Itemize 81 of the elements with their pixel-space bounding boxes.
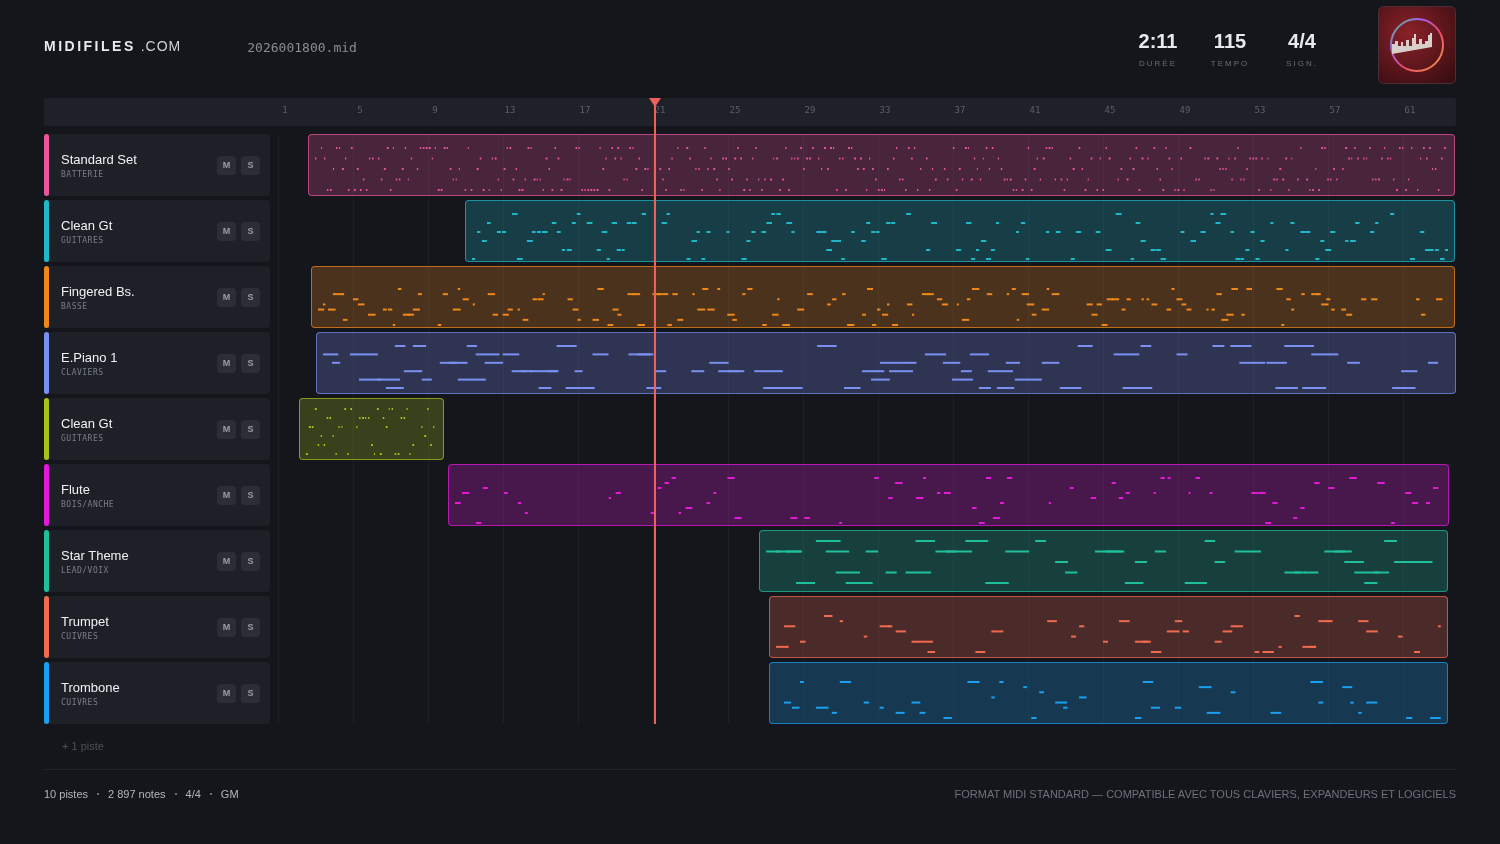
midi-clip[interactable] — [448, 464, 1450, 526]
track-header[interactable]: E.Piano 1 CLAVIERS M S — [44, 332, 270, 394]
stat-value: 2:11 — [1138, 30, 1178, 53]
format-note: FORMAT MIDI STANDARD — COMPATIBLE AVEC TOUS CLAVIERS, EXPANDEURS ET LOGICIELS — [954, 788, 1456, 800]
bar-number: 45 — [1104, 105, 1116, 115]
track-category: BATTERIE — [61, 169, 105, 179]
track-category: CUIVRES — [61, 631, 100, 641]
stat-value: 115 — [1213, 30, 1247, 53]
track-name: Trumpet — [61, 613, 110, 629]
track-category: BASSE — [61, 301, 89, 311]
footer-stat: 10 pistes — [44, 788, 89, 800]
solo-button[interactable]: S — [241, 155, 260, 175]
footer-stat: GM — [220, 788, 239, 800]
track-name: Clean Gt — [61, 415, 114, 431]
bar-number: 41 — [1029, 105, 1041, 115]
playhead-handle[interactable] — [649, 98, 662, 107]
midi-clip[interactable] — [768, 662, 1448, 724]
midi-clip[interactable] — [768, 596, 1448, 658]
mute-button[interactable]: M — [217, 419, 236, 439]
track-category: CUIVRES — [61, 697, 100, 707]
midi-clip[interactable] — [299, 398, 445, 460]
stat-value: 4/4 — [1288, 30, 1316, 53]
bar-number: 25 — [729, 105, 741, 115]
mute-button[interactable]: M — [217, 617, 236, 637]
mute-button[interactable]: M — [217, 155, 236, 175]
track-category: LEAD/VOIX — [61, 565, 110, 575]
stat-label: TEMPO — [1210, 59, 1250, 68]
track-header[interactable]: Fingered Bs. BASSE M S — [44, 266, 270, 328]
mute-button[interactable]: M — [217, 353, 236, 373]
bar-number: 13 — [504, 105, 516, 115]
solo-button[interactable]: S — [241, 683, 260, 703]
stat-label: SIGN. — [1286, 59, 1318, 68]
mute-button[interactable]: M — [217, 221, 236, 241]
solo-button[interactable]: S — [241, 353, 260, 373]
bar-number: 61 — [1404, 105, 1416, 115]
solo-button[interactable]: S — [241, 551, 260, 571]
site-logo[interactable]: MIDIFILES .COM — [44, 38, 182, 54]
solo-button[interactable]: S — [241, 419, 260, 439]
track-header[interactable]: Flute BOIS/ANCHE M S — [44, 464, 270, 526]
footer-stat: 2 897 notes — [108, 788, 166, 800]
solo-button[interactable]: S — [241, 485, 260, 505]
stat-label: DURÉE — [1139, 59, 1177, 68]
track-name: Fingered Bs. — [61, 283, 136, 299]
file-name: 2026001800.mid — [247, 39, 357, 55]
track-name: Standard Set — [61, 151, 138, 167]
bar-number: 29 — [804, 105, 816, 115]
footer-stat: 4/4 — [185, 788, 201, 800]
bar-number: 9 — [432, 105, 438, 115]
track-category: BOIS/ANCHE — [61, 499, 116, 509]
track-name: Trombone — [61, 679, 121, 695]
track-header[interactable]: Trombone CUIVRES M S — [44, 662, 270, 724]
bar-number: 17 — [579, 105, 591, 115]
mute-button[interactable]: M — [217, 683, 236, 703]
track-category: GUITARES — [61, 235, 105, 245]
mute-button[interactable]: M — [217, 551, 236, 571]
track-name: Flute — [61, 481, 91, 497]
bar-number: 57 — [1329, 105, 1341, 115]
solo-button[interactable]: S — [241, 287, 260, 307]
midi-clip[interactable] — [465, 200, 1455, 262]
track-category: CLAVIERS — [61, 367, 105, 377]
midi-clip[interactable] — [315, 332, 1456, 394]
bar-number: 33 — [879, 105, 891, 115]
bar-number: 37 — [954, 105, 966, 115]
track-header[interactable]: Star Theme LEAD/VOIX M S — [44, 530, 270, 592]
mute-button[interactable]: M — [217, 485, 236, 505]
bar-number: 1 — [282, 105, 288, 115]
track-header[interactable]: Standard Set BATTERIE M S — [44, 134, 270, 196]
midi-clip[interactable] — [311, 266, 1455, 328]
track-category: GUITARES — [61, 433, 105, 443]
solo-button[interactable]: S — [241, 221, 260, 241]
track-header[interactable]: Clean Gt GUITARES M S — [44, 398, 270, 460]
track-name: E.Piano 1 — [61, 349, 119, 365]
mute-button[interactable]: M — [217, 287, 236, 307]
solo-button[interactable]: S — [241, 617, 260, 637]
track-name: Star Theme — [61, 547, 130, 563]
track-header[interactable]: Trumpet CUIVRES M S — [44, 596, 270, 658]
track-header[interactable]: Clean Gt GUITARES M S — [44, 200, 270, 262]
midi-clip[interactable] — [759, 530, 1449, 592]
midi-clip[interactable] — [307, 134, 1455, 196]
bar-number: 5 — [357, 105, 363, 115]
track-name: Clean Gt — [61, 217, 114, 233]
